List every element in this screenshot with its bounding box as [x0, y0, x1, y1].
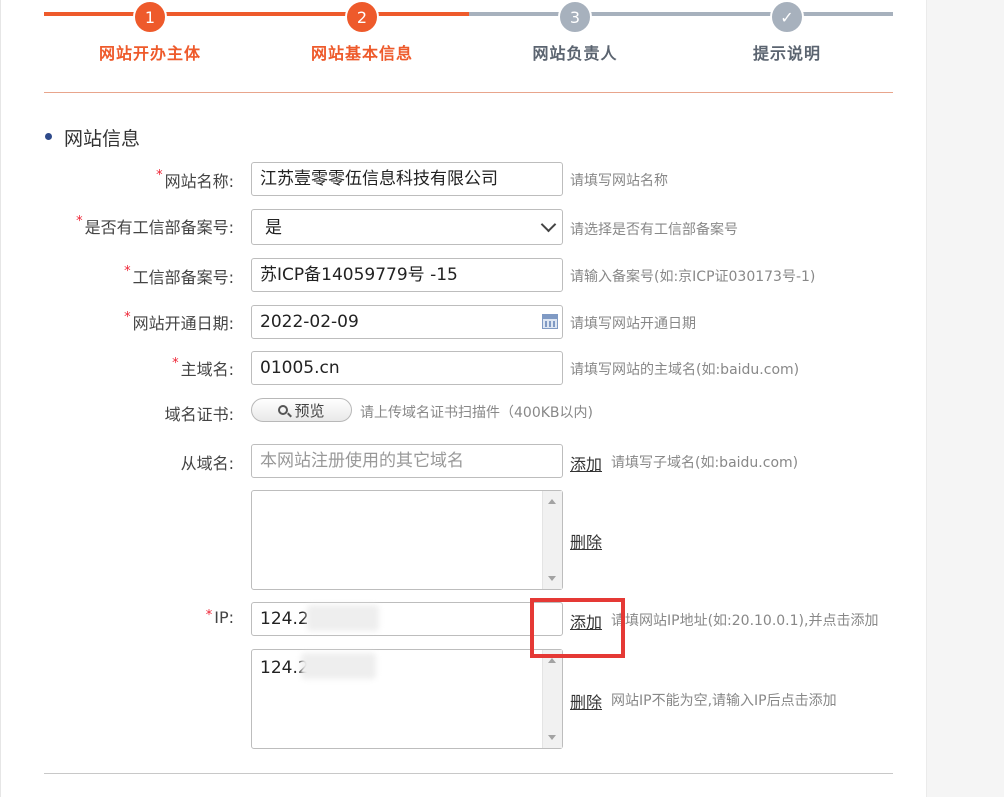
sub-domain-input[interactable]: 本网站注册使用的其它域名 — [251, 444, 563, 478]
main-domain-label: * 主域名: — [172, 356, 234, 379]
ip-input[interactable]: 124.2 — [251, 602, 563, 636]
step-4-label: 提示说明 — [752, 44, 821, 63]
record-no-label: * 工信部备案号: — [124, 264, 234, 287]
scroll-down-icon[interactable] — [548, 735, 556, 740]
open-date-label: * 网站开通日期: — [124, 310, 234, 333]
section-title: 网站信息 — [64, 128, 141, 150]
right-gutter — [926, 0, 1004, 797]
has-record-label: * 是否有工信部备案号: — [76, 214, 234, 237]
main-domain-input[interactable]: 01005.cn — [251, 351, 563, 385]
open-date-hint: 请填写网站开通日期 — [570, 316, 696, 332]
divider-bottom — [44, 773, 893, 774]
scrollbar[interactable] — [542, 491, 562, 589]
left-border — [0, 0, 1, 797]
step-1-label: 网站开办主体 — [98, 44, 201, 63]
step-3-label: 网站负责人 — [532, 44, 618, 63]
site-name-hint: 请填写网站名称 — [570, 173, 668, 189]
ip-delete-hint: 网站IP不能为空,请输入IP后点击添加 — [611, 693, 837, 709]
step-2-label: 网站基本信息 — [310, 44, 413, 63]
step-3-circle: 3 — [558, 0, 592, 34]
step-line-todo — [469, 12, 893, 16]
highlight-box — [530, 598, 625, 658]
sub-domain-delete-link[interactable]: 删除 — [570, 529, 602, 553]
section-bullet-icon — [45, 133, 52, 140]
main-domain-hint: 请填写网站的主域名(如:baidu.com) — [570, 362, 800, 378]
ip-label: * IP: — [205, 608, 234, 627]
site-name-label: * 网站名称: — [156, 168, 234, 191]
redacted-ip — [307, 605, 379, 631]
has-record-select[interactable]: 是 — [251, 209, 563, 245]
sub-domain-hint: 请填写子域名(如:baidu.com) — [611, 455, 799, 471]
preview-button[interactable]: 预览 — [251, 398, 352, 422]
sub-domain-add-link[interactable]: 添加 — [570, 451, 602, 475]
chevron-down-icon — [540, 216, 557, 233]
open-date-input[interactable]: 2022-02-09 — [251, 305, 563, 339]
redacted-ip-list — [301, 653, 376, 679]
calendar-icon[interactable] — [542, 314, 558, 329]
ip-delete-link[interactable]: 删除 — [570, 689, 602, 713]
scroll-down-icon[interactable] — [548, 576, 556, 581]
has-record-hint: 请选择是否有工信部备案号 — [570, 222, 738, 238]
step-1-circle: 1 — [133, 0, 167, 34]
record-no-hint: 请输入备案号(如:京ICP证030173号-1) — [570, 269, 816, 285]
sub-domain-list[interactable] — [251, 490, 563, 590]
sub-domain-label: 从域名: — [180, 454, 234, 473]
site-name-input[interactable]: 江苏壹零零伍信息科技有限公司 — [251, 162, 563, 196]
scroll-up-icon[interactable] — [548, 658, 556, 663]
step-line-done — [44, 12, 469, 16]
ip-list[interactable]: 124.2 — [251, 649, 563, 749]
scrollbar[interactable] — [542, 650, 562, 748]
divider-top — [44, 92, 893, 93]
domain-cert-hint: 请上传域名证书扫描件（400KB以内) — [360, 405, 593, 421]
record-no-input[interactable]: 苏ICP备14059779号 -15 — [251, 258, 563, 292]
step-4-check-icon: ✓ — [770, 0, 804, 34]
ip-hint: 请填网站IP地址(如:20.10.0.1),并点击添加 — [611, 613, 879, 629]
magnifier-icon — [278, 405, 289, 415]
step-2-circle: 2 — [345, 0, 379, 34]
scroll-up-icon[interactable] — [548, 499, 556, 504]
domain-cert-label: 域名证书: — [164, 405, 234, 424]
